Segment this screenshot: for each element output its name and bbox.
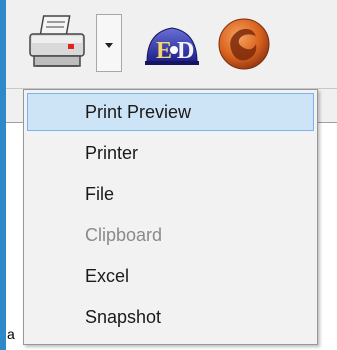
menu-item-label: Printer bbox=[85, 143, 139, 163]
menu-item-printer[interactable]: Printer bbox=[27, 134, 314, 172]
menu-item-print-preview[interactable]: Print Preview bbox=[27, 93, 314, 131]
menu-item-excel[interactable]: Excel bbox=[27, 257, 314, 295]
edb-logo-icon: E D bbox=[145, 27, 199, 65]
orange-swirl-icon bbox=[218, 18, 270, 70]
menu-item-file[interactable]: File bbox=[27, 175, 314, 213]
menu-item-clipboard: Clipboard bbox=[27, 216, 314, 254]
edb-button[interactable]: E D bbox=[141, 14, 203, 72]
print-button[interactable] bbox=[22, 14, 92, 72]
menu-item-label: Clipboard bbox=[85, 225, 163, 245]
print-options-dropdown-button[interactable] bbox=[96, 14, 122, 72]
menu-item-label: Excel bbox=[85, 266, 130, 286]
toolbar: E D bbox=[6, 0, 337, 88]
menu-item-label: Snapshot bbox=[85, 307, 162, 327]
menu-item-snapshot[interactable]: Snapshot bbox=[27, 298, 314, 336]
svg-text:E: E bbox=[156, 38, 172, 64]
orange-orb-button[interactable] bbox=[212, 14, 276, 72]
printer-icon bbox=[29, 15, 85, 67]
menu-item-label: File bbox=[85, 184, 115, 204]
chevron-down-icon bbox=[105, 43, 113, 48]
svg-text:D: D bbox=[177, 38, 194, 64]
print-options-menu: Print Preview Printer File Clipboard Exc… bbox=[23, 89, 318, 345]
menu-item-label: Print Preview bbox=[85, 102, 192, 122]
content-text: a bbox=[7, 326, 15, 342]
